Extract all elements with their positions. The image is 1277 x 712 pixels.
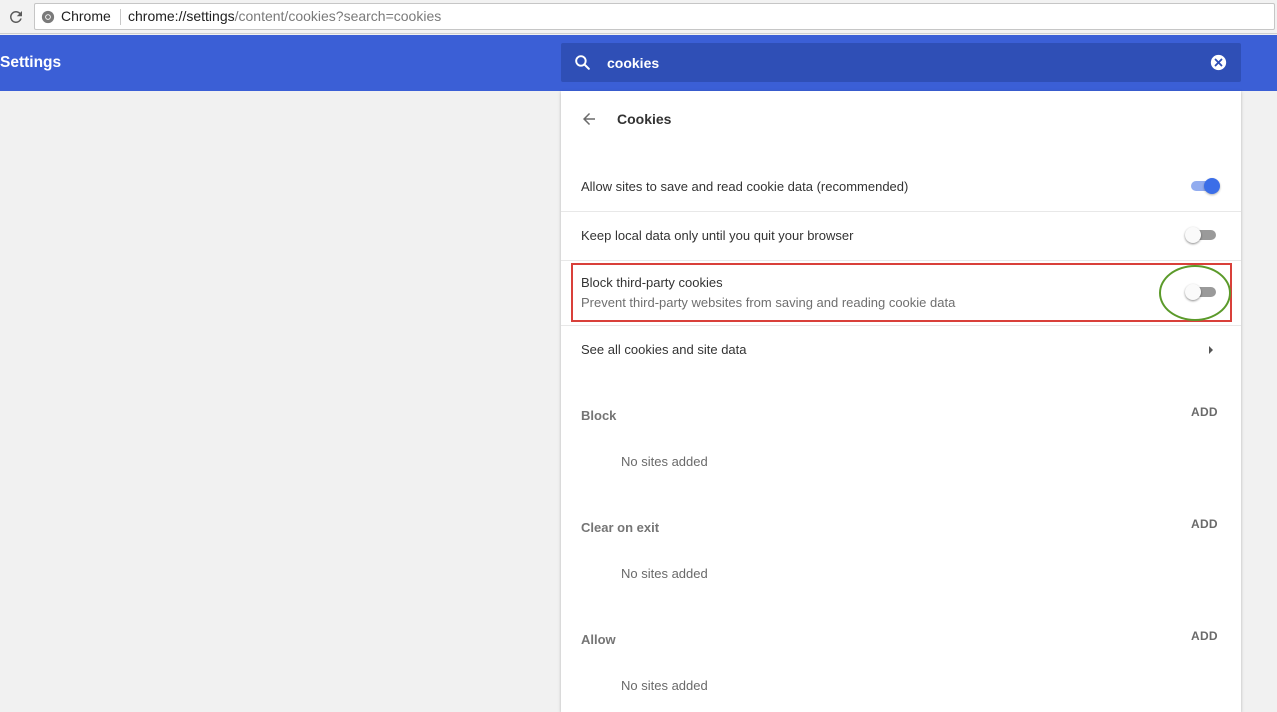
cookies-card: Cookies Allow sites to save and read coo… — [561, 91, 1241, 712]
annotation-highlight-ellipse — [1159, 265, 1231, 321]
clear-on-exit-empty-text: No sites added — [621, 566, 708, 581]
add-block-site-button[interactable]: ADD — [1191, 405, 1218, 419]
row-divider — [561, 211, 1241, 212]
subpage-title: Cookies — [617, 111, 672, 127]
site-chip-label: Chrome — [61, 8, 111, 24]
keep-local-data-label: Keep local data only until you quit your… — [581, 228, 854, 243]
add-allow-site-button[interactable]: ADD — [1191, 629, 1218, 643]
clear-search-icon[interactable] — [1210, 54, 1227, 71]
back-arrow-icon[interactable] — [580, 110, 598, 128]
annotation-highlight-box — [571, 263, 1232, 322]
allow-cookies-label: Allow sites to save and read cookie data… — [581, 179, 909, 194]
omnibox[interactable]: Chrome chrome://settings/content/cookies… — [34, 3, 1275, 30]
page-scrollbar[interactable] — [1262, 35, 1277, 712]
section-title-clear-on-exit: Clear on exit — [581, 520, 660, 535]
section-title-block: Block — [581, 408, 617, 423]
allow-cookies-toggle[interactable] — [1188, 176, 1222, 196]
see-all-cookies-link[interactable]: See all cookies and site data — [581, 342, 747, 357]
keep-local-data-toggle[interactable] — [1185, 225, 1219, 245]
chip-divider — [120, 9, 121, 25]
url-text[interactable]: chrome://settings/content/cookies?search… — [128, 8, 441, 24]
toggle-knob — [1204, 178, 1220, 194]
row-divider — [561, 260, 1241, 261]
add-clear-on-exit-site-button[interactable]: ADD — [1191, 517, 1218, 531]
chevron-right-icon[interactable] — [1206, 344, 1216, 356]
reload-icon[interactable] — [7, 8, 25, 26]
search-input[interactable] — [607, 52, 1197, 74]
allow-empty-text: No sites added — [621, 678, 708, 693]
row-divider — [561, 325, 1241, 326]
settings-header: Settings — [0, 35, 1277, 91]
page-title: Settings — [0, 54, 62, 71]
url-path: /content/cookies?search=cookies — [234, 8, 442, 24]
search-icon — [575, 55, 590, 70]
url-host: chrome://settings — [128, 8, 235, 24]
block-empty-text: No sites added — [621, 454, 708, 469]
chrome-logo-icon — [41, 10, 55, 24]
section-title-allow: Allow — [581, 632, 616, 647]
settings-search-box[interactable] — [561, 43, 1241, 82]
toggle-knob — [1185, 227, 1201, 243]
browser-address-bar: Chrome chrome://settings/content/cookies… — [0, 0, 1277, 34]
